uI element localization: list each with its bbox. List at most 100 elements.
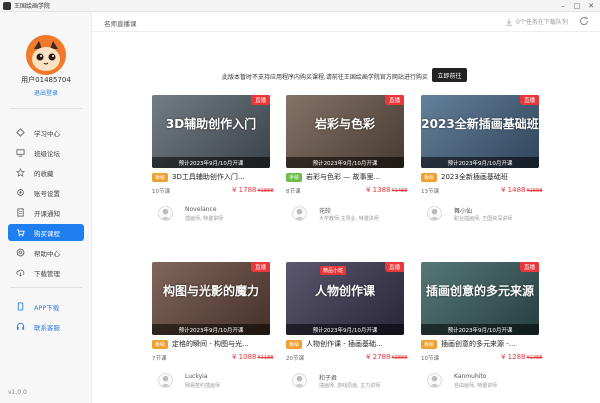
page-title: 名师直播课 xyxy=(104,20,137,28)
minimize-button[interactable]: – xyxy=(556,0,570,12)
sidebar: 用户01485704 退出登录 学习中心 班级论坛 的收藏 账号设置 开课通知 … xyxy=(0,12,92,403)
teacher-name: Novelance xyxy=(185,206,217,213)
teacher-avatar xyxy=(292,206,307,221)
current-price: ¥ 1288 xyxy=(501,353,526,361)
purchase-notice: 此版本暂时不支持应用程序内购买课程,请前往王国绘画学院官方网站进行购买 xyxy=(222,74,428,81)
maximize-button[interactable]: □ xyxy=(570,0,584,12)
course-thumbnail[interactable]: 2023全新插画基础班 直播 预计2023年9月/10月开课 xyxy=(421,95,539,168)
course-title[interactable]: 2023全新插画基础班 xyxy=(441,172,508,182)
teacher-role: 自由画师, 特邀讲师 xyxy=(454,383,498,389)
course-title[interactable]: 插画创意的多元来源 -... xyxy=(441,339,515,349)
small-class-tag: 精品小班 xyxy=(320,266,347,275)
course-thumbnail[interactable]: 人物创作课 精品小班 直播 预计2023年9月/10月开课 xyxy=(286,262,404,335)
nav-divider xyxy=(10,287,82,288)
teacher-role: 插画师, 游戏原画, 主力讲师 xyxy=(319,383,381,389)
live-badge: 直播 xyxy=(250,262,270,272)
category-badge: 板绘 xyxy=(152,172,169,182)
sidebar-item-favorites[interactable]: 的收藏 xyxy=(8,164,84,181)
course-thumbnail[interactable]: 岩彩与色彩 直播 预计2023年9月/10月开课 xyxy=(286,95,404,168)
sidebar-item-app-download[interactable]: APP下载 xyxy=(8,298,84,315)
course-card[interactable]: 2023全新插画基础班 直播 预计2023年9月/10月开课板绘 2023全新插画基础… xyxy=(421,95,542,231)
star-icon xyxy=(16,168,25,177)
teacher-avatar xyxy=(158,373,173,388)
course-thumbnail[interactable]: 构图与光影的魔力 直播 预计2023年9月/10月开课 xyxy=(152,262,270,335)
course-title[interactable]: 人物创作课 - 插画基础... xyxy=(306,339,383,349)
live-badge: 直播 xyxy=(384,95,404,105)
user-avatar[interactable] xyxy=(26,35,66,75)
refresh-icon[interactable] xyxy=(579,16,589,26)
course-price: ¥ 1088¥1188 xyxy=(232,353,273,361)
thumbnail-title: 人物创作课 xyxy=(314,284,375,298)
original-price: ¥1888 xyxy=(257,188,274,194)
start-date: 预计2023年9月/10月开课 xyxy=(152,324,270,335)
document-icon xyxy=(16,208,25,217)
sidebar-item-label: 下载管理 xyxy=(34,269,60,278)
phone-icon xyxy=(16,302,25,311)
sidebar-item-label: 联系客服 xyxy=(34,323,60,332)
start-date: 预计2023年9月/10月开课 xyxy=(421,324,539,335)
course-card[interactable]: 3D辅助创作入门 直播 预计2023年9月/10月开课板绘 3D工具辅助创作入门...… xyxy=(152,95,273,231)
teacher-name: Kanmuhito xyxy=(454,373,487,380)
start-date: 预计2023年9月/10月开课 xyxy=(152,157,270,168)
course-card[interactable]: 岩彩与色彩 直播 预计2023年9月/10月开课 手绘 岩彩与色彩 — 故事里... 8节… xyxy=(286,95,407,231)
thumbnail-title: 3D辅助创作入门 xyxy=(165,117,257,131)
course-title-row: 手绘 岩彩与色彩 — 故事里... xyxy=(286,172,404,182)
course-card[interactable]: 构图与光影的魔力 直播 预计2023年9月/10月开课 板绘 定格的瞬间 - 构图与光.… xyxy=(152,262,273,398)
sidebar-item-help[interactable]: 帮助中心 xyxy=(8,244,84,261)
main-content: 名师直播课 0个任务在下载队列 此版本暂时不支持应用程序内购买课程,请前往王国绘… xyxy=(92,12,600,403)
original-price: ¥1388 xyxy=(526,355,543,361)
category-badge: 手绘 xyxy=(286,172,303,182)
sidebar-nav: 学习中心 班级论坛 的收藏 账号设置 开课通知 购买课程 帮助中心 下载管理 A… xyxy=(8,124,84,338)
gear-icon xyxy=(16,188,25,197)
close-button[interactable]: ✕ xyxy=(584,0,598,12)
course-title-row: 板绘 2023全新插画基础班 xyxy=(421,172,539,182)
current-price: ¥ 1788 xyxy=(232,186,257,194)
start-date: 预计2023年9月/10月开课 xyxy=(421,157,539,168)
goto-website-button[interactable]: 立即前往 xyxy=(432,68,467,82)
sidebar-item-label: 账号设置 xyxy=(34,189,60,198)
screen-icon xyxy=(16,148,25,157)
sidebar-item-label: 购买课程 xyxy=(34,229,60,238)
live-badge: 直播 xyxy=(519,262,539,272)
course-price: ¥ 1488¥1588 xyxy=(501,186,542,194)
course-title-row: 板绘 3D工具辅助创作入门... xyxy=(152,172,270,182)
current-price: ¥ 2788 xyxy=(366,353,391,361)
sidebar-divider xyxy=(10,108,82,109)
sidebar-item-label: 学习中心 xyxy=(34,129,60,138)
sidebar-item-notices[interactable]: 开课通知 xyxy=(8,204,84,221)
course-price: ¥ 2788¥2888 xyxy=(366,353,407,361)
teacher-role: 大学教师,主导业, 特邀讲师 xyxy=(319,216,379,222)
lesson-count: 10节课 xyxy=(152,189,170,195)
teacher-avatar-icon xyxy=(429,375,440,387)
sidebar-item-support[interactable]: 联系客服 xyxy=(8,318,84,335)
teacher-avatar xyxy=(292,373,307,388)
lesson-count: 20节课 xyxy=(286,356,304,362)
course-title[interactable]: 定格的瞬间 - 构图与光... xyxy=(172,339,249,349)
sidebar-item-learning[interactable]: 学习中心 xyxy=(8,124,84,141)
teacher-name: 舞小仙 xyxy=(454,208,473,215)
sidebar-item-forum[interactable]: 班级论坛 xyxy=(8,144,84,161)
original-price: ¥1588 xyxy=(526,188,543,194)
course-thumbnail[interactable]: 插画创意的多元来源 直播 预计2023年9月/10月开课 xyxy=(421,262,539,335)
sidebar-item-label: 班级论坛 xyxy=(34,149,60,158)
start-date: 预计2023年9月/10月开课 xyxy=(286,324,404,335)
sidebar-item-label: 帮助中心 xyxy=(34,249,60,258)
course-card[interactable]: 人物创作课 精品小班 直播 预计2023年9月/10月开课 板绘 人物创作课 - 插画基础… xyxy=(286,262,407,398)
header-divider xyxy=(92,31,600,32)
sidebar-item-account[interactable]: 账号设置 xyxy=(8,184,84,201)
title-bar: 王国绘画学院 – □ ✕ xyxy=(0,0,600,12)
teacher-avatar-icon xyxy=(294,375,305,387)
course-price: ¥ 1388¥1488 xyxy=(366,186,407,194)
help-icon xyxy=(16,248,25,257)
sidebar-item-buy-courses[interactable]: 购买课程 xyxy=(8,224,84,241)
course-title[interactable]: 岩彩与色彩 — 故事里... xyxy=(306,172,380,182)
course-title[interactable]: 3D工具辅助创作入门... xyxy=(172,172,245,182)
username: 用户01485704 xyxy=(21,76,71,84)
current-price: ¥ 1088 xyxy=(232,353,257,361)
category-badge: 板绘 xyxy=(286,339,303,349)
sidebar-item-downloads[interactable]: 下载管理 xyxy=(8,264,84,281)
download-status[interactable]: 0个任务在下载队列 xyxy=(505,17,568,26)
course-card[interactable]: 插画创意的多元来源 直播 预计2023年9月/10月开课 板绘 插画创意的多元来源 -.… xyxy=(421,262,542,398)
logout-link[interactable]: 退出登录 xyxy=(0,88,92,97)
course-thumbnail[interactable]: 3D辅助创作入门 直播 预计2023年9月/10月开课 xyxy=(152,95,270,168)
